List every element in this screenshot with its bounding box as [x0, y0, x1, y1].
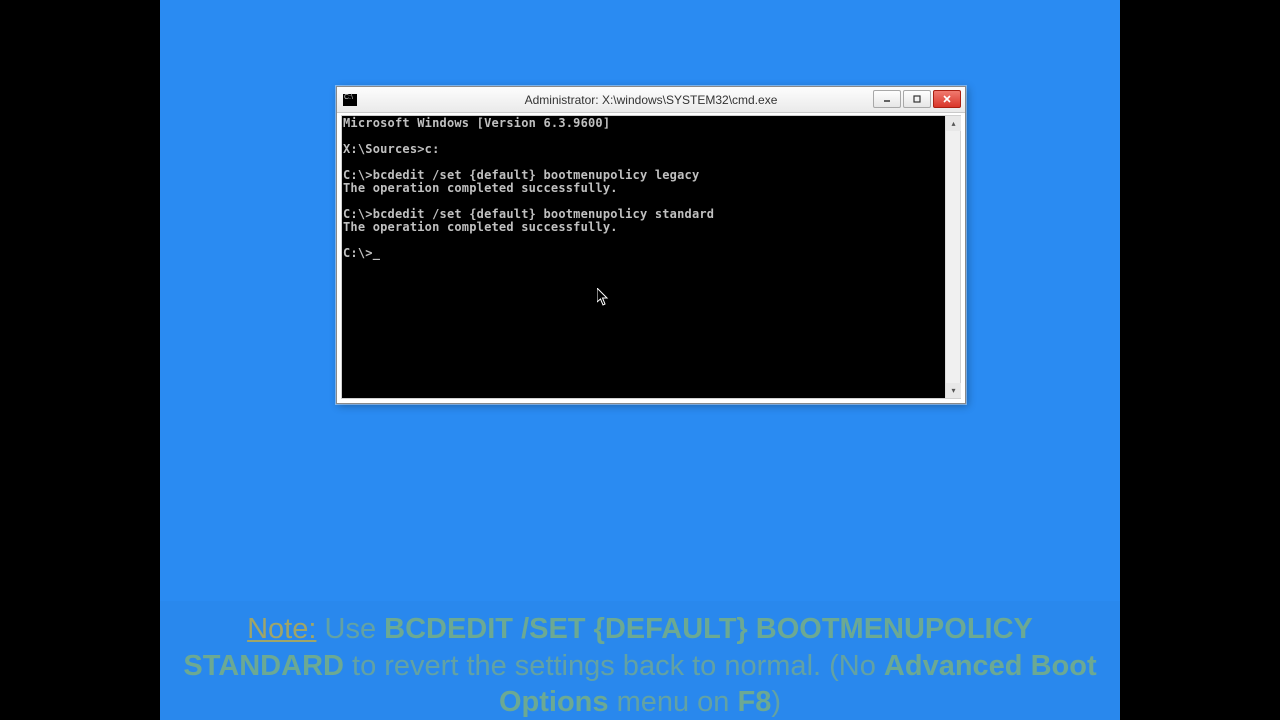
- minimize-button[interactable]: [873, 90, 901, 108]
- caption-key: F8: [738, 686, 772, 718]
- maximize-button[interactable]: [903, 90, 931, 108]
- cmd-icon: [343, 94, 357, 106]
- close-button[interactable]: [933, 90, 961, 108]
- pillarbox-left: [0, 0, 160, 720]
- caption-overlay: Note: Use BCDEDIT /SET {DEFAULT} BOOTMEN…: [160, 601, 1120, 720]
- caption-text-4: ): [771, 686, 781, 718]
- scroll-up-arrow-icon[interactable]: ▴: [946, 116, 961, 131]
- caption-text-1: Use: [316, 613, 384, 645]
- caption-text-2: to revert the settings back to normal. (…: [344, 650, 884, 682]
- console-output[interactable]: Microsoft Windows [Version 6.3.9600] X:\…: [342, 116, 945, 398]
- scroll-down-arrow-icon[interactable]: ▾: [946, 383, 961, 398]
- pillarbox-right: [1120, 0, 1280, 720]
- vertical-scrollbar[interactable]: ▴ ▾: [945, 116, 960, 398]
- cmd-window: Administrator: X:\windows\SYSTEM32\cmd.e…: [336, 86, 966, 404]
- titlebar[interactable]: Administrator: X:\windows\SYSTEM32\cmd.e…: [337, 87, 965, 113]
- caption-note-label: Note:: [247, 613, 316, 645]
- caption-text-3: menu on: [609, 686, 738, 718]
- console-client-area: Microsoft Windows [Version 6.3.9600] X:\…: [341, 115, 961, 399]
- window-controls: [873, 90, 961, 108]
- window-title: Administrator: X:\windows\SYSTEM32\cmd.e…: [525, 93, 778, 107]
